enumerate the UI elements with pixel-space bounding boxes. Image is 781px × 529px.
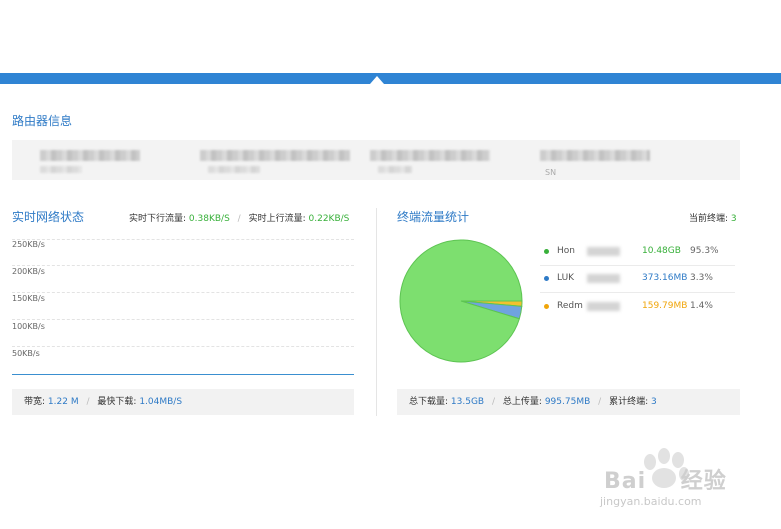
total-upload-label: 总上传量:	[502, 397, 542, 407]
max-download-value: 1.04MB/S	[139, 397, 183, 407]
download-rate-value: 0.38KB/S	[188, 214, 230, 224]
header-bar	[0, 73, 781, 84]
total-download-value: 13.5GB	[450, 397, 485, 407]
download-rate-label: 实时下行流量:	[129, 214, 187, 224]
watermark-brand-text2: 经验	[680, 469, 727, 494]
y-tick-label: 250KB/s	[12, 240, 45, 249]
separator: /	[237, 214, 241, 224]
upload-rate-value: 0.22KB/S	[308, 214, 350, 224]
terminal-stats-title: 终端流量统计	[397, 210, 470, 224]
bandwidth-value: 1.22 M	[47, 397, 79, 407]
router-info-panel	[12, 140, 740, 180]
header-notch	[370, 76, 384, 84]
terminal-traffic: 10.48GB	[642, 246, 681, 256]
traffic-baseline	[12, 374, 354, 375]
upload-rate-label: 实时上行流量:	[248, 214, 306, 224]
totals-bar: 总下载量: 13.5GB / 总上传量: 995.75MB / 累计终端: 3	[397, 389, 740, 415]
terminal-name: Hon	[557, 246, 575, 256]
pie-slice	[399, 239, 523, 363]
bandwidth-label: 带宽:	[24, 397, 46, 407]
terminal-row[interactable]: Hon 10.48GB 95.3%	[540, 238, 735, 266]
cumulative-terminals-label: 累计终端:	[609, 397, 649, 407]
terminal-percent: 1.4%	[690, 301, 713, 311]
router-info-redacted	[200, 150, 350, 161]
terminal-name: LUK	[557, 273, 575, 283]
y-tick-label: 150KB/s	[12, 294, 45, 303]
separator: /	[86, 397, 90, 407]
y-tick-label: 100KB/s	[12, 322, 45, 331]
current-terminals-label: 当前终端:	[689, 214, 729, 224]
grid-line	[12, 292, 354, 293]
router-info-title: 路由器信息	[12, 114, 73, 128]
terminal-traffic: 159.79MB	[642, 301, 688, 311]
terminal-percent: 3.3%	[690, 273, 713, 283]
watermark-url: jingyan.baidu.com	[600, 495, 702, 508]
cumulative-terminals-value: 3	[650, 397, 657, 407]
current-terminals: 当前终端: 3	[689, 211, 737, 224]
grid-line	[12, 346, 354, 347]
total-upload-value: 995.75MB	[544, 397, 591, 407]
router-info-redacted	[370, 150, 490, 161]
y-tick-label: 50KB/s	[12, 349, 40, 358]
terminal-row[interactable]: Redm 159.79MB 1.4%	[540, 293, 735, 320]
network-status-title: 实时网络状态	[12, 210, 85, 224]
terminal-name-redacted	[587, 302, 620, 311]
router-info-redacted	[208, 166, 260, 173]
legend-dot	[544, 304, 549, 309]
terminal-name-redacted	[587, 274, 620, 283]
grid-line	[12, 265, 354, 266]
current-terminals-value: 3	[730, 214, 737, 224]
terminal-name-redacted	[587, 247, 620, 256]
router-info-redacted	[40, 150, 140, 161]
router-sn-label: SN	[545, 168, 557, 177]
bandwidth-bar: 带宽: 1.22 M / 最快下载: 1.04MB/S	[12, 389, 354, 415]
max-download-label: 最快下载:	[97, 397, 137, 407]
terminal-row[interactable]: LUK 373.16MB 3.3%	[540, 265, 735, 293]
router-info-redacted	[40, 166, 82, 173]
realtime-rates: 实时下行流量: 0.38KB/S / 实时上行流量: 0.22KB/S	[129, 211, 349, 224]
grid-line	[12, 319, 354, 320]
total-download-label: 总下载量:	[409, 397, 449, 407]
router-info-redacted	[378, 166, 412, 173]
terminal-percent: 95.3%	[690, 246, 719, 256]
terminal-traffic: 373.16MB	[642, 273, 688, 283]
legend-dot	[544, 276, 549, 281]
router-info-redacted	[540, 150, 650, 161]
traffic-pie-chart	[399, 239, 523, 363]
column-divider	[376, 208, 377, 416]
y-tick-label: 200KB/s	[12, 267, 45, 276]
separator: /	[491, 397, 496, 407]
watermark-brand-text: Bai	[604, 469, 647, 494]
grid-line	[12, 239, 354, 240]
separator: /	[598, 397, 602, 407]
terminal-name: Redm	[557, 301, 583, 311]
watermark-brand: Bai 经验	[604, 463, 727, 495]
legend-dot	[544, 249, 549, 254]
